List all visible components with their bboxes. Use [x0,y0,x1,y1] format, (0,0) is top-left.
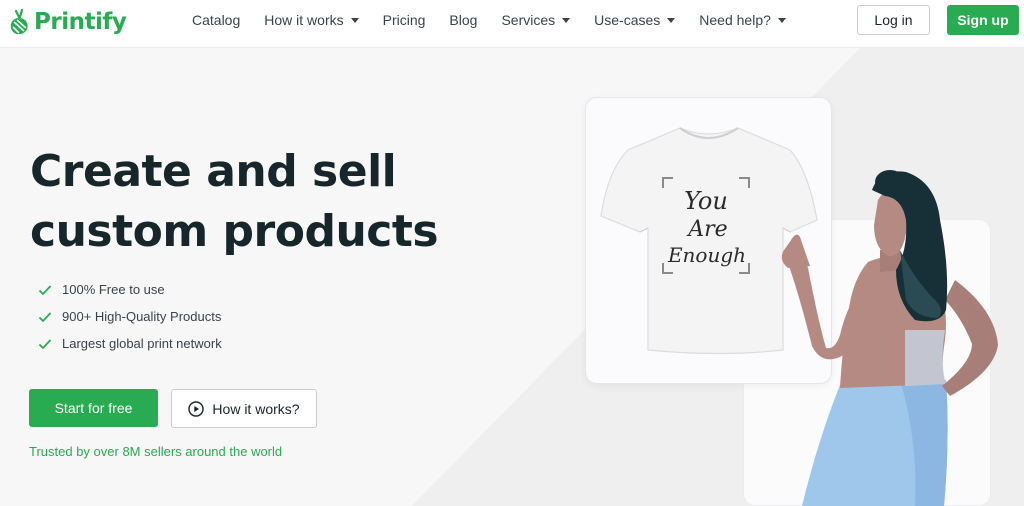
nav-item-pricing[interactable]: Pricing [383,12,426,28]
nav-item-label: Pricing [382,12,426,28]
feature-item: 100% Free to use [38,276,222,303]
main-nav: Catalog How it works Pricing Blog Servic… [192,0,810,40]
nav-item-use-cases[interactable]: Use-cases [594,12,676,28]
nav-item-need-help[interactable]: Need help? [699,12,786,28]
logo-text: Printify [34,9,127,35]
check-icon [38,284,52,295]
feature-label: 900+ High-Quality Products [62,309,222,324]
hero-title-line-1: Create and sell [30,146,397,197]
feature-item: Largest global print network [38,330,222,357]
play-circle-icon [188,400,205,417]
nav-item-label: Use-cases [594,12,661,28]
how-it-works-button[interactable]: How it works? [171,389,317,428]
product-card [585,97,832,384]
nav-item-label: How it works [264,12,344,28]
nav-item-catalog[interactable]: Catalog [192,12,240,28]
nav-item-label: Services [501,12,556,28]
chevron-down-icon [667,17,676,23]
nav-item-label: Blog [449,12,478,28]
signup-button[interactable]: Sign up [947,5,1019,35]
nav-item-services[interactable]: Services [501,12,571,28]
feature-list: 100% Free to use 900+ High-Quality Produ… [38,276,222,357]
printify-logo-icon [10,9,28,35]
nav-item-label: Catalog [192,12,241,28]
nav-item-label: Need help? [699,12,771,28]
chevron-down-icon [350,17,359,23]
start-for-free-button[interactable]: Start for free [29,389,158,427]
site-header: Printify Catalog How it works Pricing Bl… [0,0,1024,48]
logo[interactable]: Printify [8,6,127,38]
how-it-works-label: How it works? [212,400,300,417]
check-icon [38,311,52,322]
feature-item: 900+ High-Quality Products [38,303,222,330]
chevron-down-icon [562,17,571,23]
chevron-down-icon [777,17,786,23]
trusted-text: Trusted by over 8M sellers around the wo… [29,444,283,459]
nav-item-blog[interactable]: Blog [449,12,477,28]
feature-label: Largest global print network [62,336,222,351]
nav-item-how-it-works[interactable]: How it works [264,12,359,28]
hero-title-line-2: custom products [30,206,439,257]
check-icon [38,338,52,349]
login-button[interactable]: Log in [857,5,930,35]
feature-label: 100% Free to use [62,282,165,297]
hero-title: Create and sell custom products [30,142,450,262]
